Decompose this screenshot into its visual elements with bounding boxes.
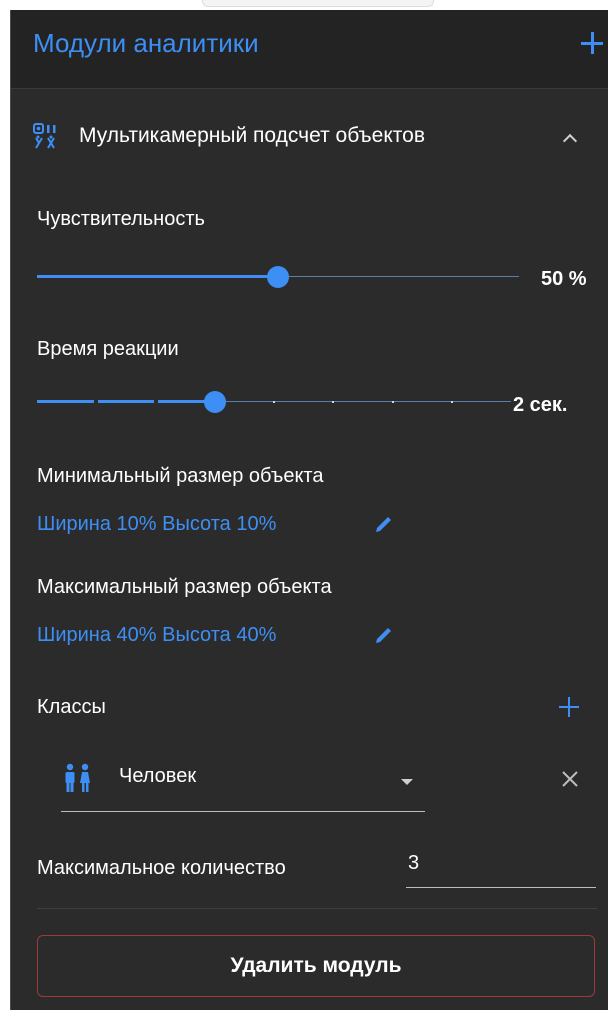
add-class-icon[interactable] (559, 697, 579, 717)
module-title: Мультикамерный подсчет объектов (79, 124, 425, 147)
reaction-time-value: 2 сек. (513, 394, 568, 416)
panel-header: Модули аналитики (11, 10, 608, 89)
reaction-time-label: Время реакции (37, 338, 179, 360)
divider (37, 908, 597, 909)
sensitivity-fill (37, 275, 278, 278)
edit-min-size-icon[interactable] (373, 513, 395, 535)
slider-step-gap (153, 399, 158, 405)
reaction-time-slider[interactable] (37, 391, 511, 413)
classes-label: Классы (37, 696, 106, 718)
multicamera-count-icon (33, 123, 56, 149)
max-count-label: Максимальное количество (37, 857, 286, 879)
reaction-time-fill (37, 400, 215, 403)
class-select-value: Человек (119, 765, 197, 787)
reaction-time-thumb[interactable] (203, 391, 226, 413)
slider-step-gap (94, 399, 99, 405)
min-size-label: Минимальный размер объекта (37, 465, 324, 487)
chevron-up-icon[interactable] (562, 133, 578, 149)
class-select[interactable]: Человек (61, 755, 425, 812)
delete-module-button[interactable]: Удалить модуль (37, 935, 595, 997)
slider-step-tick (450, 401, 453, 403)
max-count-input[interactable]: 3 (406, 848, 596, 888)
slider-step-tick (332, 401, 335, 403)
slider-step-tick (273, 401, 275, 403)
edit-max-size-icon[interactable] (373, 624, 395, 646)
analytics-modules-panel: Модули аналитики Мультикамерный подсчет … (10, 10, 608, 1010)
add-module-icon[interactable] (581, 32, 603, 54)
module-header[interactable]: Мультикамерный подсчет объектов (11, 110, 608, 160)
max-size-link[interactable]: Ширина 40% Высота 40% (37, 624, 276, 647)
person-pair-icon (65, 763, 90, 792)
close-icon[interactable] (559, 768, 581, 790)
max-size-label: Максимальный размер объекта (37, 576, 332, 598)
sensitivity-label: Чувствительность (37, 208, 205, 230)
panel-title: Модули аналитики (33, 28, 259, 58)
top-tab-handle (202, 0, 434, 7)
sensitivity-value: 50 % (541, 268, 587, 290)
sensitivity-thumb[interactable] (267, 266, 289, 288)
sensitivity-slider[interactable] (37, 266, 519, 288)
min-size-link[interactable]: Ширина 10% Высота 10% (37, 513, 276, 536)
dropdown-arrow-icon[interactable] (401, 779, 413, 785)
slider-step-tick (391, 401, 394, 403)
